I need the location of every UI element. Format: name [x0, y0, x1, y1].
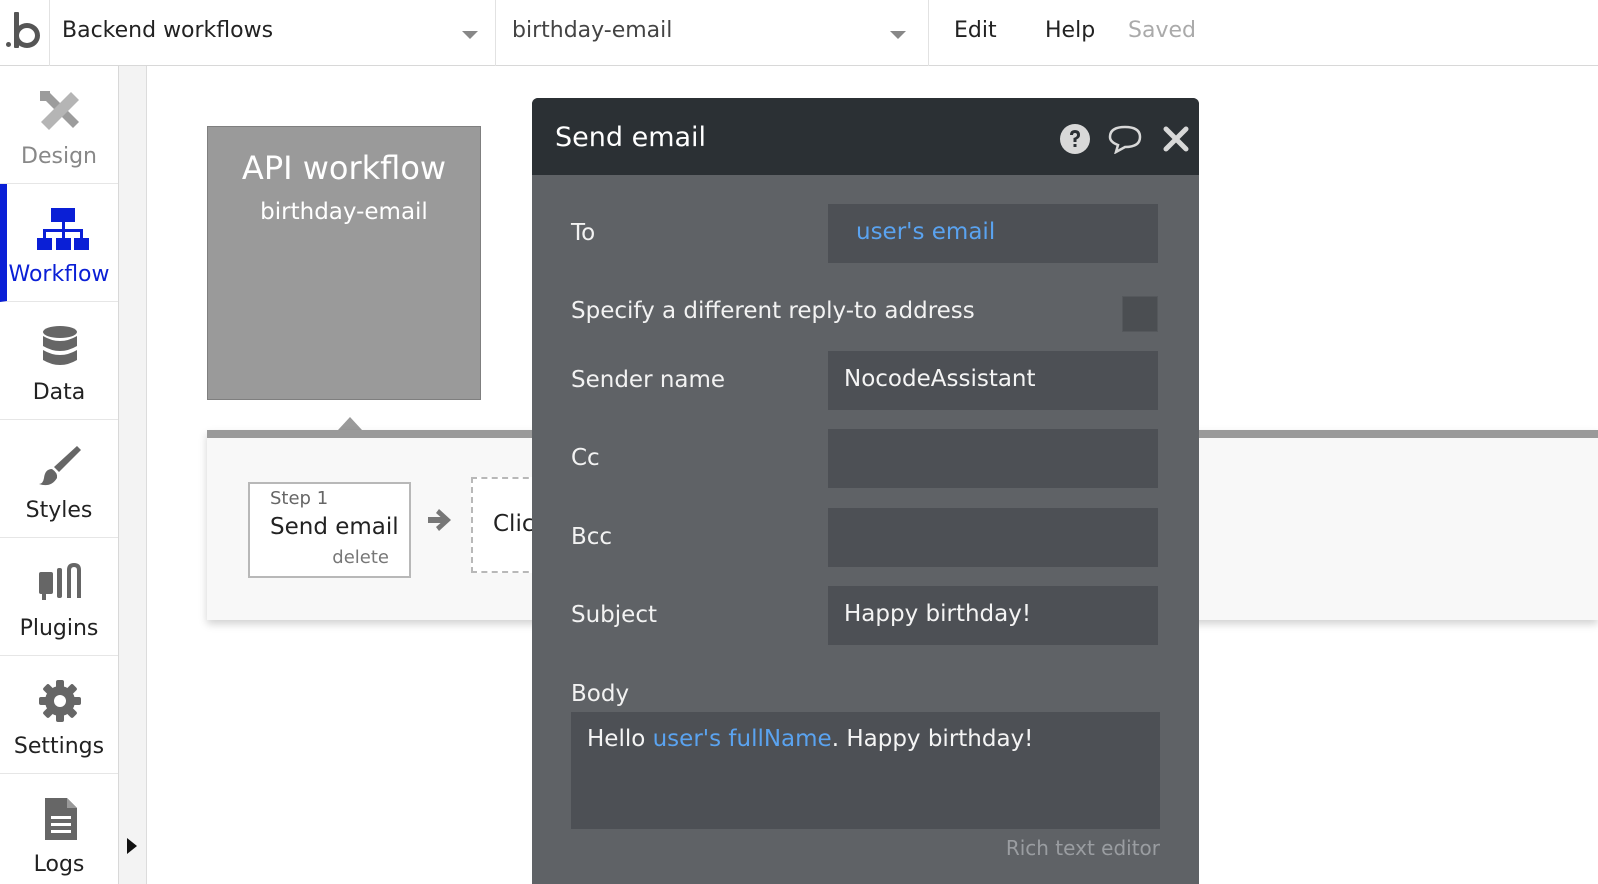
- body-field[interactable]: Hello user's fullName. Happy birthday!: [571, 712, 1160, 829]
- logo-b-bowl: [14, 23, 40, 48]
- gear-icon: [39, 680, 81, 722]
- reply-to-checkbox[interactable]: [1122, 296, 1158, 332]
- save-status: Saved: [1128, 18, 1196, 43]
- document-icon: [45, 798, 77, 840]
- bcc-field[interactable]: [828, 508, 1158, 567]
- sidebar-item-workflow[interactable]: Workflow: [0, 184, 118, 302]
- bubble-logo[interactable]: [0, 0, 50, 66]
- step-number: Step 1: [270, 488, 329, 509]
- close-icon[interactable]: [1161, 124, 1191, 154]
- to-field[interactable]: user's email: [828, 204, 1158, 263]
- page-dropdown-value: Backend workflows: [62, 18, 274, 43]
- api-workflow-name: birthday-email: [260, 199, 428, 225]
- reply-to-label: Specify a different reply-to address: [571, 298, 975, 324]
- body-suffix: . Happy birthday!: [831, 726, 1034, 752]
- brush-icon: [39, 446, 81, 486]
- sidebar-item-label: Data: [32, 380, 86, 405]
- subject-label: Subject: [571, 602, 657, 628]
- body-prefix: Hello: [587, 726, 653, 752]
- chevron-down-icon: [890, 31, 906, 39]
- canvas-gutter: [119, 66, 147, 884]
- sidebar-item-label: Plugins: [19, 616, 99, 641]
- body-text: Hello user's fullName. Happy birthday!: [587, 726, 1033, 752]
- sender-name-field[interactable]: NocodeAssistant: [828, 351, 1158, 410]
- cc-label: Cc: [571, 445, 600, 471]
- sidebar-item-settings[interactable]: Settings: [0, 656, 118, 774]
- comment-icon[interactable]: [1107, 124, 1143, 154]
- database-icon: [43, 326, 77, 365]
- to-label: To: [571, 220, 596, 246]
- menu-help[interactable]: Help: [1045, 18, 1095, 43]
- strip-pointer: [338, 417, 362, 430]
- workflow-dropdown[interactable]: birthday-email: [496, 0, 929, 66]
- workflow-icon: [37, 208, 89, 250]
- sidebar-item-label: Logs: [33, 852, 85, 877]
- sidebar-item-logs[interactable]: Logs: [0, 774, 118, 884]
- design-icon: [40, 91, 79, 130]
- sidebar-item-label: Settings: [13, 734, 105, 759]
- plug-icon: [39, 563, 81, 600]
- chevron-down-icon: [462, 31, 478, 39]
- sidebar-item-plugins[interactable]: Plugins: [0, 538, 118, 656]
- sidebar-item-data[interactable]: Data: [0, 302, 118, 420]
- logo-dot: [6, 42, 11, 47]
- page-dropdown[interactable]: Backend workflows: [50, 0, 496, 66]
- arrow-right-icon: [428, 509, 451, 531]
- sidebar-item-label: Design: [21, 144, 97, 169]
- dialog-title: Send email: [555, 122, 707, 153]
- sidebar: Design Workflow Data Styles Plugins Sett…: [0, 66, 119, 884]
- cc-field[interactable]: [828, 429, 1158, 488]
- bcc-label: Bcc: [571, 524, 613, 550]
- sidebar-item-design[interactable]: Design: [0, 66, 118, 184]
- to-value: user's email: [856, 219, 996, 245]
- send-email-dialog: Send email To user's email Specify a dif…: [532, 98, 1199, 884]
- sidebar-item-label: Workflow: [8, 262, 110, 287]
- api-workflow-title: API workflow: [241, 149, 447, 187]
- subject-field[interactable]: Happy birthday!: [828, 586, 1158, 645]
- sidebar-item-styles[interactable]: Styles: [0, 420, 118, 538]
- rich-text-editor-link[interactable]: Rich text editor: [1006, 836, 1160, 860]
- collapse-arrow-icon[interactable]: [127, 838, 137, 854]
- body-label: Body: [571, 681, 630, 707]
- sender-name-value: NocodeAssistant: [844, 366, 1036, 392]
- sender-name-label: Sender name: [571, 367, 726, 393]
- step-1-card[interactable]: Step 1 Send email delete: [248, 482, 411, 578]
- sidebar-item-label: Styles: [25, 498, 93, 523]
- delete-step-link[interactable]: delete: [332, 547, 389, 568]
- top-bar: Backend workflows birthday-email Edit He…: [0, 0, 1598, 66]
- body-dynamic-expression[interactable]: user's fullName: [653, 726, 832, 752]
- step-action: Send email: [270, 514, 399, 540]
- subject-value: Happy birthday!: [844, 601, 1032, 627]
- api-workflow-event[interactable]: API workflow birthday-email: [207, 126, 481, 400]
- dialog-header: Send email: [532, 98, 1199, 175]
- help-icon[interactable]: [1060, 124, 1090, 154]
- workflow-dropdown-value: birthday-email: [512, 18, 673, 43]
- menu-edit[interactable]: Edit: [954, 18, 997, 43]
